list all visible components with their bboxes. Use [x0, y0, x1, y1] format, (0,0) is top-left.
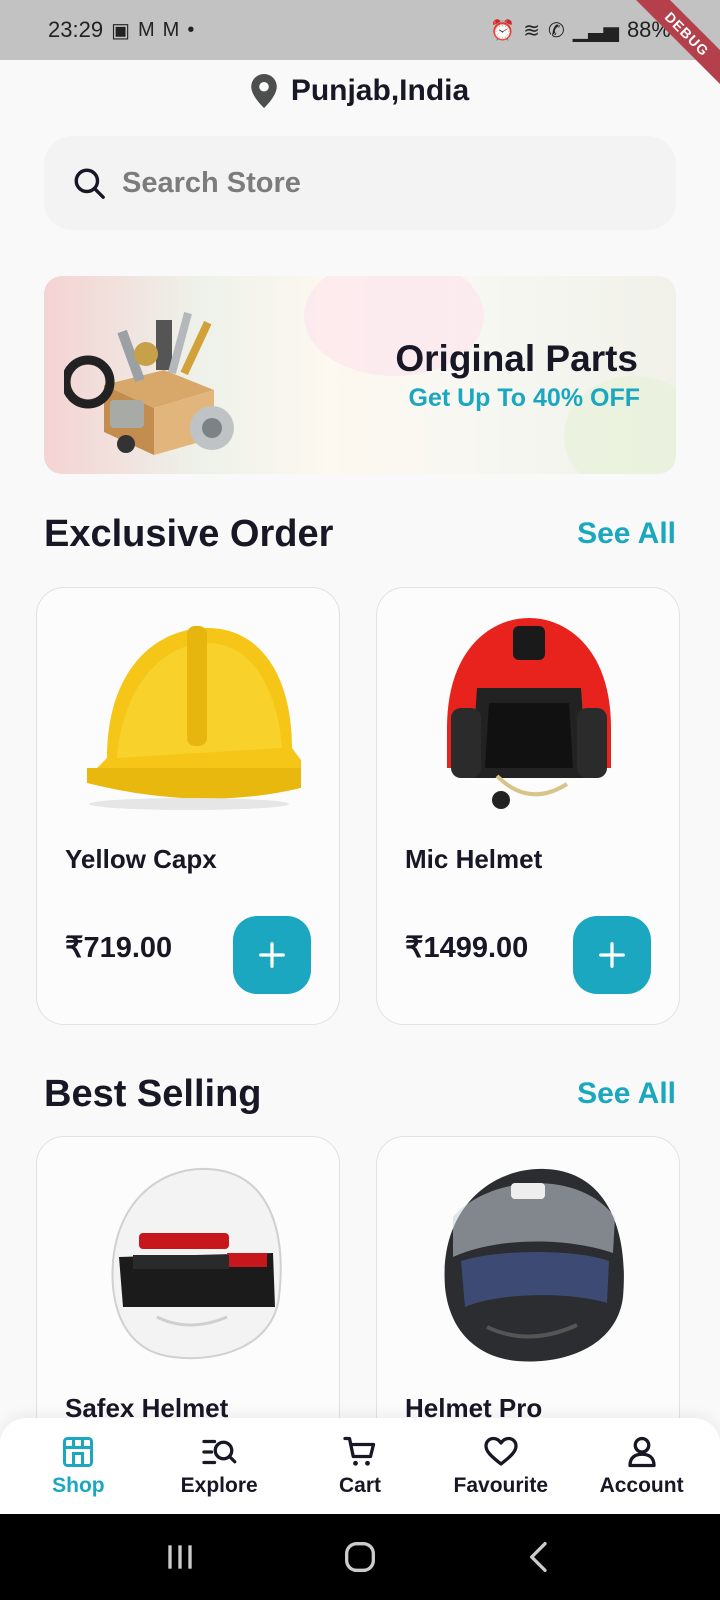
signal-icon: ▁▃▅ [572, 19, 619, 42]
banner-subtitle: Get Up To 40% OFF [408, 384, 641, 412]
bottom-nav: Shop Explore Cart Favourite Account [0, 1418, 720, 1514]
nav-item-cart[interactable]: Cart [295, 1434, 425, 1498]
promo-banner[interactable]: Original Parts Get Up To 40% OFF [44, 276, 676, 474]
recent-apps-icon[interactable] [160, 1537, 200, 1577]
nav-label: Shop [52, 1474, 105, 1497]
search-input[interactable]: Search Store [44, 136, 676, 230]
status-left: 23:29 ▣ M M • [48, 17, 194, 43]
dot-icon: • [187, 18, 195, 41]
product-name: Mic Helmet [405, 844, 543, 874]
alarm-icon: ⏰ [490, 19, 516, 42]
gmail-icon: M [137, 18, 155, 41]
call-icon: ✆ [548, 19, 565, 42]
cart-icon [343, 1436, 376, 1466]
nav-item-shop[interactable]: Shop [13, 1434, 143, 1498]
nav-item-favourite[interactable]: Favourite [436, 1434, 566, 1498]
add-to-cart-button[interactable] [573, 916, 651, 994]
nav-item-explore[interactable]: Explore [154, 1434, 284, 1498]
status-bar: 23:29 ▣ M M • ⏰ ≋ ✆ ▁▃▅ 88% ▮ DEBUG [0, 0, 720, 89]
location-text: Punjab,India [290, 74, 470, 107]
product-price: ₹719.00 [65, 932, 173, 964]
explore-icon [202, 1439, 237, 1465]
back-icon[interactable] [520, 1537, 560, 1577]
section-title: Exclusive Order [44, 512, 334, 555]
best-selling-header: Best Selling See All [44, 1070, 676, 1118]
search-icon [74, 168, 105, 199]
location-pin-icon [251, 74, 277, 108]
heart-icon [484, 1436, 518, 1466]
system-nav-bar [0, 1514, 720, 1600]
status-time: 23:29 [48, 17, 104, 42]
home-icon[interactable] [340, 1537, 380, 1577]
account-icon [627, 1436, 656, 1468]
location-header[interactable]: Punjab,India [0, 70, 720, 112]
nav-item-account[interactable]: Account [577, 1434, 707, 1498]
add-to-cart-button[interactable] [233, 916, 311, 994]
white-racing-helmet-image [111, 1167, 282, 1360]
wifi-icon: ≋ [523, 19, 541, 42]
plus-icon [259, 942, 285, 968]
black-fullface-helmet-image [444, 1168, 624, 1362]
nav-label: Favourite [453, 1474, 549, 1497]
section-title: Best Selling [44, 1072, 262, 1115]
see-all-link[interactable]: See All [577, 1077, 676, 1111]
product-card[interactable]: Mic Helmet ₹1499.00 [376, 587, 680, 1025]
gmail-icon-2: M [162, 18, 180, 41]
nav-label: Account [599, 1474, 684, 1497]
product-name: Yellow Capx [65, 844, 217, 874]
shop-icon [63, 1437, 94, 1467]
banner-title: Original Parts [395, 338, 638, 379]
product-price: ₹1499.00 [405, 932, 529, 964]
product-card[interactable]: Yellow Capx ₹719.00 [36, 587, 340, 1025]
red-mic-helmet-image [447, 618, 611, 809]
search-placeholder: Search Store [122, 166, 301, 199]
nav-label: Cart [338, 1474, 381, 1497]
yellow-hardhat-image [87, 626, 301, 810]
exclusive-order-header: Exclusive Order See All [44, 510, 676, 558]
nav-label: Explore [180, 1474, 258, 1497]
gallery-icon: ▣ [111, 19, 130, 42]
see-all-link[interactable]: See All [577, 517, 676, 551]
plus-icon [599, 942, 625, 968]
auto-parts-box-image [64, 312, 234, 455]
